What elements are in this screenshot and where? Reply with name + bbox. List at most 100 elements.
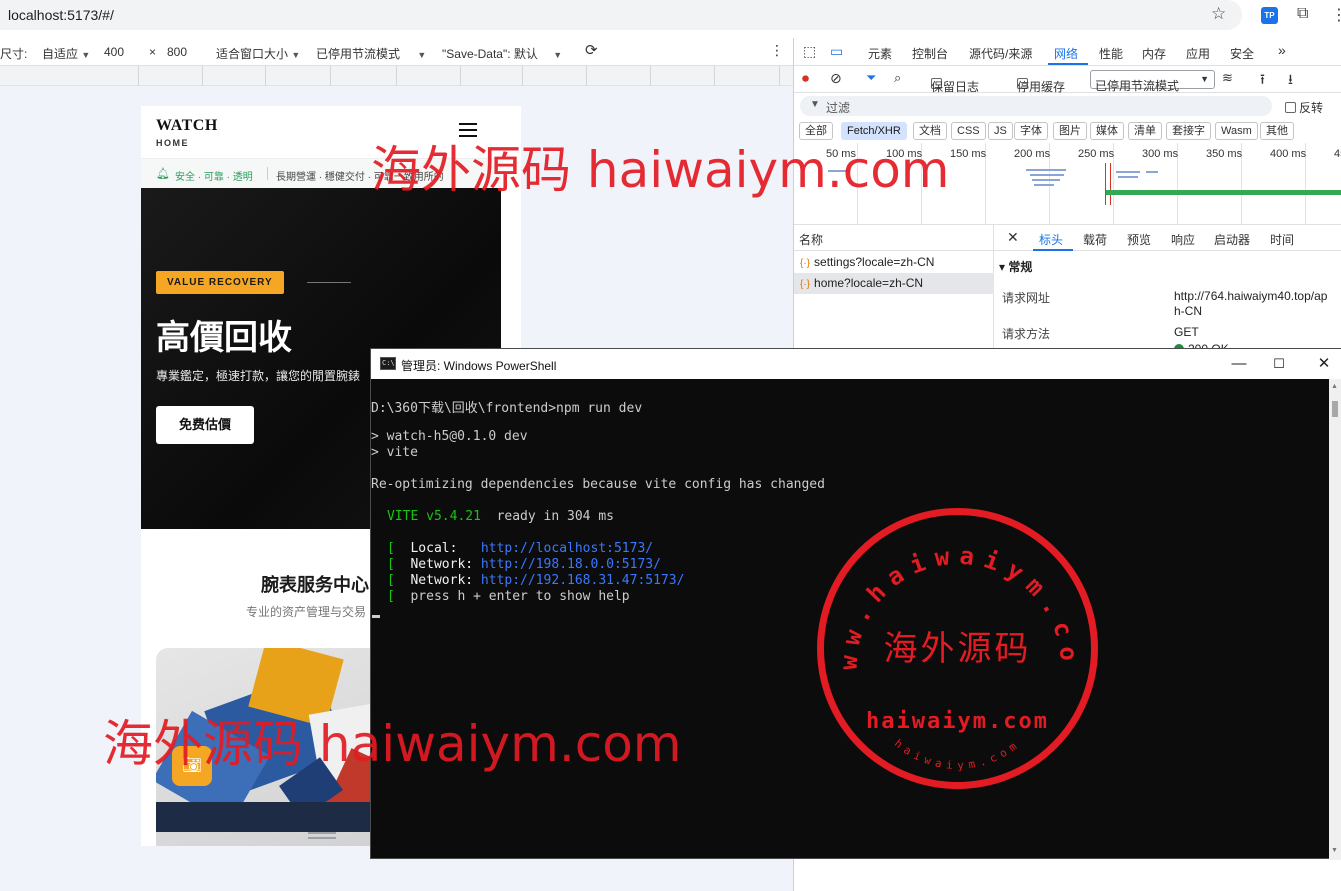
minimize-icon[interactable]: — xyxy=(1229,354,1249,374)
more-tabs-icon[interactable]: » xyxy=(1278,42,1286,58)
request-details: ✕ 标头 载荷 预览 响应 启动器 时间 ▾ 常规 请求网址 http://76… xyxy=(994,225,1341,356)
save-data-value: "Save-Data": 默认 xyxy=(442,47,538,61)
ready-time: ready in 304 ms xyxy=(480,509,614,524)
network-toolbar: ⏺︎ ⊘ ⏷ ⌕ 保留日志 停用缓存 已停用节流模式 ▼ ≋ ⭱ ⭳ xyxy=(794,66,1341,94)
network-url[interactable]: http://198.18.0.0:5173/ xyxy=(481,557,661,572)
devtools-tabs: ⬚ ▭ 元素 控制台 源代码/来源 网络 性能 内存 应用 安全 » xyxy=(794,38,1341,66)
tab-headers[interactable]: 标头 xyxy=(1039,231,1063,248)
request-row-selected[interactable]: {·} home?locale=zh-CN xyxy=(794,273,994,294)
general-section-toggle[interactable]: ▾ 常规 xyxy=(999,258,1032,275)
watermark-seal: www.haiwaiym.com 海外源码 haiwaiym.com haiwa… xyxy=(815,506,1098,789)
watermark-text: 海外源码 haiwaiym.com xyxy=(371,141,950,199)
timeline-tick: 150 ms xyxy=(950,148,987,160)
more-options-icon[interactable]: ⋮ xyxy=(770,42,784,59)
import-har-icon[interactable]: ⭱ xyxy=(1260,69,1265,93)
maximize-icon[interactable]: ☐ xyxy=(1269,354,1289,374)
xhr-icon: {·} xyxy=(800,258,811,269)
hero-badge: VALUE RECOVERY xyxy=(156,271,284,294)
request-method-label: 请求方法 xyxy=(1002,327,1051,341)
rotate-icon[interactable]: ⟳ xyxy=(585,41,598,59)
network-conditions-icon[interactable]: ≋ xyxy=(1222,70,1233,86)
arrow-icon: [ xyxy=(387,541,395,556)
type-filter-wasm[interactable]: Wasm xyxy=(1215,122,1258,140)
powershell-titlebar[interactable]: C:\ 管理员: Windows PowerShell — ☐ ✕ xyxy=(371,349,1341,379)
tab-console[interactable]: 控制台 xyxy=(912,45,948,62)
browser-menu-icon[interactable]: ⋮ xyxy=(1331,5,1341,25)
terminal-line: > vite xyxy=(371,445,418,460)
filter-input[interactable]: ▼ 过滤 xyxy=(800,96,1272,116)
request-name: home?locale=zh-CN xyxy=(814,276,924,290)
type-filter-img[interactable]: 图片 xyxy=(1053,122,1087,140)
seal-small-text: haiwaiym.com xyxy=(892,737,1018,772)
fit-value: 适合窗口大小 xyxy=(216,47,289,61)
close-details-icon[interactable]: ✕ xyxy=(1007,229,1019,246)
url-text[interactable]: localhost:5173/#/ xyxy=(8,7,114,23)
export-har-icon[interactable]: ⭳ xyxy=(1288,69,1293,93)
translate-extension-icon[interactable]: TP xyxy=(1261,7,1278,24)
tab-payload[interactable]: 载荷 xyxy=(1083,231,1107,248)
free-estimate-button[interactable]: 免费估價 xyxy=(156,406,254,444)
tab-timing[interactable]: 时间 xyxy=(1270,231,1294,248)
vite-ready-line: VITE v5.4.21 ready in 304 ms xyxy=(387,509,614,524)
device-toggle-icon[interactable]: ▭ xyxy=(830,43,843,60)
network-throttle-select[interactable]: 已停用节流模式 ▼ xyxy=(1090,70,1215,93)
type-filter-js[interactable]: JS xyxy=(988,122,1013,140)
caret-down-icon: ▼ xyxy=(81,50,91,60)
filter-funnel-icon[interactable]: ⏷ xyxy=(866,70,876,86)
close-icon[interactable]: ✕ xyxy=(1314,354,1334,374)
inspect-element-icon[interactable]: ⬚ xyxy=(803,43,816,60)
extensions-puzzle-icon[interactable]: ⧉ xyxy=(1297,5,1308,23)
tab-performance[interactable]: 性能 xyxy=(1099,45,1123,62)
resize-handle[interactable] xyxy=(308,832,336,839)
tab-initiator[interactable]: 启动器 xyxy=(1214,231,1250,248)
record-stop-icon[interactable]: ⏺︎ xyxy=(802,70,809,87)
request-row[interactable]: {·} settings?locale=zh-CN xyxy=(794,252,994,273)
site-logo-sub: HOME xyxy=(156,138,189,148)
throttle-select[interactable]: 已停用节流模式 ▼ xyxy=(316,45,426,62)
xhr-icon: {·} xyxy=(800,279,811,290)
arrow-icon: [ xyxy=(387,589,395,604)
height-input[interactable]: 800 xyxy=(167,45,187,59)
invert-checkbox[interactable]: 反转 xyxy=(1285,99,1323,116)
dimensions-select[interactable]: 自适应 ▼ xyxy=(42,45,90,62)
network-url[interactable]: http://192.168.31.47:5173/ xyxy=(481,573,685,588)
filter-placeholder: 过滤 xyxy=(826,101,851,115)
powershell-icon: C:\ xyxy=(380,357,396,370)
type-filter-other[interactable]: 其他 xyxy=(1260,122,1294,140)
tab-security[interactable]: 安全 xyxy=(1230,45,1254,62)
save-data-select[interactable]: "Save-Data": 默认 ▼ xyxy=(442,45,562,62)
address-bar[interactable]: localhost:5173/#/ ☆ xyxy=(0,0,1242,30)
tab-memory[interactable]: 内存 xyxy=(1142,45,1166,62)
type-filter-media[interactable]: 媒体 xyxy=(1090,122,1124,140)
fit-select[interactable]: 适合窗口大小 ▼ xyxy=(216,45,300,62)
type-filter-manifest[interactable]: 清单 xyxy=(1128,122,1162,140)
tab-sources[interactable]: 源代码/来源 xyxy=(969,45,1032,62)
timeline-tick: 45 xyxy=(1334,148,1341,160)
type-filter-css[interactable]: CSS xyxy=(951,122,986,140)
arrow-icon: [ xyxy=(387,557,395,572)
site-logo[interactable]: WATCH xyxy=(156,117,218,135)
request-url-value-cont: h-CN xyxy=(1174,304,1203,318)
search-icon[interactable]: ⌕ xyxy=(894,70,901,86)
clear-icon[interactable]: ⊘ xyxy=(830,70,842,87)
scroll-up-icon[interactable]: ▲ xyxy=(1331,383,1338,390)
tab-application[interactable]: 应用 xyxy=(1186,45,1210,62)
times-sign: × xyxy=(149,45,157,59)
checkbox-box xyxy=(1285,102,1296,113)
name-column-header[interactable]: 名称 xyxy=(794,225,994,251)
tab-network[interactable]: 网络 xyxy=(1054,45,1078,62)
local-url[interactable]: http://localhost:5173/ xyxy=(481,541,653,556)
filter-funnel-icon: ▼ xyxy=(810,99,820,110)
bookmark-star-icon[interactable]: ☆ xyxy=(1211,4,1226,24)
terminal-scrollbar[interactable]: ▲ ▼ xyxy=(1329,379,1341,860)
scrollbar-thumb[interactable] xyxy=(1332,401,1338,417)
tab-preview[interactable]: 预览 xyxy=(1127,231,1151,248)
tab-elements[interactable]: 元素 xyxy=(868,45,892,62)
type-filter-socket[interactable]: 套接字 xyxy=(1166,122,1211,140)
width-input[interactable]: 400 xyxy=(104,45,124,59)
type-filter-font[interactable]: 字体 xyxy=(1014,122,1048,140)
scroll-down-icon[interactable]: ▼ xyxy=(1331,847,1338,854)
network-label: Network: xyxy=(394,573,481,588)
tab-response[interactable]: 响应 xyxy=(1171,231,1195,248)
divider xyxy=(307,282,351,283)
